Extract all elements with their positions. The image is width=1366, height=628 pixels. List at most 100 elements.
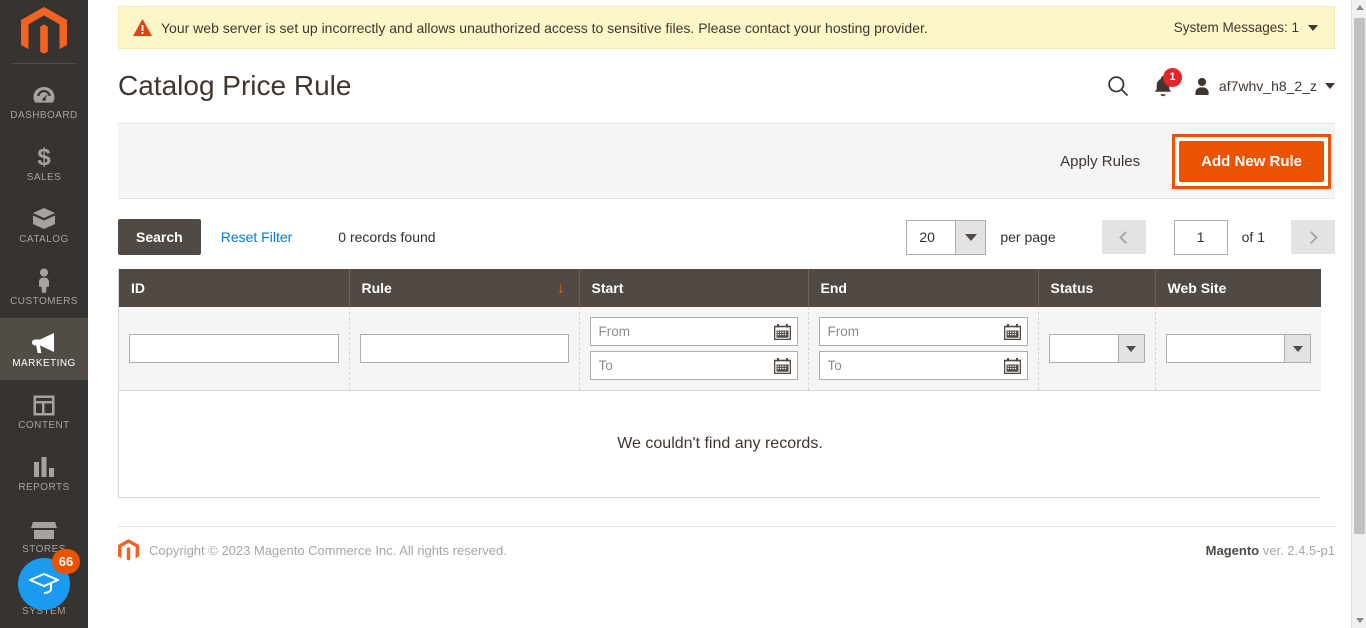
sidebar-item-marketing[interactable]: MARKETING bbox=[0, 318, 88, 380]
box-icon bbox=[31, 205, 57, 231]
scroll-down-arrow-icon[interactable] bbox=[1352, 613, 1366, 628]
sidebar-item-dashboard[interactable]: DASHBOARD bbox=[0, 70, 88, 132]
footer-version-brand: Magento bbox=[1205, 543, 1260, 558]
svg-text:$: $ bbox=[37, 144, 51, 169]
catalog-price-rule-grid: ID Rule ↓ Start End Status Web Site From… bbox=[118, 269, 1321, 498]
megaphone-icon bbox=[30, 329, 58, 355]
filter-status-arrow bbox=[1117, 335, 1144, 362]
page-content: Apply Rules Add New Rule Search Reset Fi… bbox=[118, 123, 1335, 498]
user-name-label: af7whv_h8_2_z bbox=[1218, 78, 1317, 94]
admin-sidebar: DASHBOARD $ SALES CATALOG CUSTOMERS MARK… bbox=[0, 0, 88, 628]
scroll-up-arrow-icon[interactable] bbox=[1352, 0, 1366, 15]
system-messages-toggle[interactable]: System Messages: 1 bbox=[1174, 20, 1320, 35]
dashboard-icon bbox=[32, 81, 56, 107]
filter-end-from-wrap bbox=[818, 317, 1028, 346]
search-button[interactable]: Search bbox=[118, 219, 201, 255]
calendar-icon[interactable] bbox=[773, 323, 791, 340]
person-icon bbox=[36, 267, 52, 293]
grid-filter-row bbox=[119, 307, 1321, 391]
calendar-icon[interactable] bbox=[1003, 323, 1021, 340]
header-tools: 1 af7whv_h8_2_z bbox=[1099, 68, 1335, 101]
sidebar-item-reports[interactable]: REPORTS bbox=[0, 442, 88, 504]
per-page-arrow bbox=[955, 220, 986, 254]
column-header-start[interactable]: Start bbox=[579, 269, 809, 307]
triangle-down-icon bbox=[1126, 345, 1136, 352]
filter-status-select[interactable] bbox=[1048, 334, 1145, 363]
user-menu[interactable]: af7whv_h8_2_z bbox=[1189, 77, 1335, 96]
current-page-input[interactable] bbox=[1173, 219, 1228, 255]
grid-pagination: 20 per page of 1 bbox=[906, 219, 1335, 255]
sidebar-divider bbox=[13, 63, 75, 64]
search-icon[interactable] bbox=[1099, 71, 1137, 101]
column-label: Web Site bbox=[1167, 280, 1227, 296]
sort-desc-arrow-icon: ↓ bbox=[557, 279, 565, 297]
filter-cell-status bbox=[1038, 307, 1156, 391]
filter-cell-start bbox=[579, 307, 809, 391]
filter-end-to-input[interactable] bbox=[818, 351, 1028, 380]
filter-start-to-wrap bbox=[589, 351, 798, 380]
column-label: ID bbox=[131, 280, 145, 296]
column-header-website[interactable]: Web Site bbox=[1155, 269, 1321, 307]
sidebar-item-customers[interactable]: CUSTOMERS bbox=[0, 256, 88, 318]
scrollbar-thumb[interactable] bbox=[1354, 18, 1365, 534]
sidebar-item-sales[interactable]: $ SALES bbox=[0, 132, 88, 194]
magento-logo[interactable] bbox=[0, 0, 88, 63]
sidebar-item-content[interactable]: CONTENT bbox=[0, 380, 88, 442]
filter-start-from-input[interactable] bbox=[589, 317, 798, 346]
notifications-bell-icon[interactable]: 1 bbox=[1137, 68, 1189, 101]
per-page-value: 20 bbox=[919, 229, 935, 245]
filter-status-value bbox=[1050, 335, 1118, 362]
filter-end-from-input[interactable] bbox=[818, 317, 1028, 346]
page-footer: Copyright © 2023 Magento Commerce Inc. A… bbox=[118, 526, 1335, 574]
add-new-rule-button[interactable]: Add New Rule bbox=[1179, 140, 1324, 182]
filter-start-to-input[interactable] bbox=[589, 351, 798, 380]
grid-empty-row: We couldn't find any records. bbox=[119, 390, 1321, 497]
filter-website-select[interactable] bbox=[1165, 334, 1311, 363]
filter-website-value bbox=[1167, 335, 1285, 362]
filter-id-input[interactable] bbox=[129, 334, 339, 363]
admin-page: DASHBOARD $ SALES CATALOG CUSTOMERS MARK… bbox=[0, 0, 1366, 628]
page-scrollbar[interactable] bbox=[1351, 0, 1366, 628]
triangle-down-icon bbox=[1292, 345, 1303, 352]
apply-rules-button[interactable]: Apply Rules bbox=[1046, 145, 1154, 178]
graduation-cap-icon bbox=[29, 572, 59, 594]
footer-version: Magento ver. 2.4.5-p1 bbox=[1206, 543, 1335, 558]
previous-page-button[interactable] bbox=[1101, 220, 1146, 254]
total-pages-label: of 1 bbox=[1241, 229, 1265, 245]
bar-chart-icon bbox=[32, 453, 56, 479]
system-messages-toggle-label: System Messages: 1 bbox=[1173, 20, 1299, 35]
next-page-button[interactable] bbox=[1291, 220, 1335, 254]
layout-icon bbox=[32, 391, 56, 417]
column-header-id[interactable]: ID bbox=[119, 269, 350, 307]
sidebar-item-label: MARKETING bbox=[12, 357, 76, 369]
filter-rule-input[interactable] bbox=[359, 334, 569, 363]
pager-controls: of 1 bbox=[1101, 219, 1335, 255]
column-label: End bbox=[820, 280, 847, 296]
education-bubble-button[interactable]: 66 bbox=[18, 549, 80, 610]
column-header-status[interactable]: Status bbox=[1038, 269, 1156, 307]
per-page-label: per page bbox=[1000, 229, 1056, 245]
sidebar-item-label: CATALOG bbox=[19, 233, 69, 245]
column-label: Rule bbox=[361, 280, 392, 296]
page-header: Catalog Price Rule 1 af7whv_h8_2_z bbox=[118, 49, 1335, 123]
chevron-right-icon bbox=[1305, 230, 1318, 244]
dollar-icon: $ bbox=[36, 143, 52, 169]
column-header-rule[interactable]: Rule ↓ bbox=[349, 269, 580, 307]
calendar-icon[interactable] bbox=[773, 357, 791, 374]
magento-logo-icon bbox=[21, 6, 67, 54]
sidebar-item-label: REPORTS bbox=[18, 481, 70, 493]
column-header-end[interactable]: End bbox=[808, 269, 1039, 307]
caret-down-icon bbox=[1325, 83, 1335, 89]
triangle-down-icon bbox=[964, 233, 977, 241]
sidebar-item-label: SALES bbox=[26, 171, 62, 183]
add-new-rule-focus-ring: Add New Rule bbox=[1172, 133, 1331, 189]
page-title: Catalog Price Rule bbox=[118, 70, 352, 101]
column-label: Status bbox=[1050, 280, 1094, 296]
sidebar-item-label: DASHBOARD bbox=[10, 109, 78, 121]
calendar-icon[interactable] bbox=[1003, 357, 1021, 374]
system-message-text: Your web server is set up incorrectly an… bbox=[161, 19, 928, 36]
reset-filter-link[interactable]: Reset Filter bbox=[221, 229, 293, 245]
sidebar-item-catalog[interactable]: CATALOG bbox=[0, 194, 88, 256]
filter-end-to-wrap bbox=[818, 351, 1028, 380]
per-page-select[interactable]: 20 bbox=[906, 219, 987, 255]
